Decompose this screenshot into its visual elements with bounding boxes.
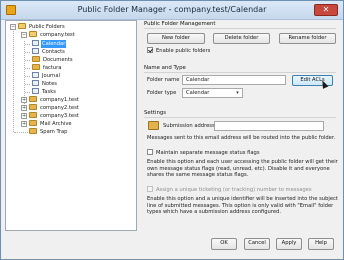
chevron-down-icon: ▾ [236, 90, 239, 96]
tree-branch [25, 60, 30, 61]
section-heading-management: Public Folder Management [144, 21, 216, 27]
tree-item-factura[interactable]: factura [32, 64, 63, 72]
folder-name-field[interactable]: Calendar [182, 75, 286, 85]
journal-icon [32, 72, 39, 78]
public-folder-manager-window: Public Folder Manager - company.test/Cal… [0, 0, 344, 260]
submission-address-field[interactable] [214, 121, 324, 131]
folder-open-icon [29, 31, 37, 37]
ok-button[interactable]: OK [211, 238, 237, 250]
collapse-icon[interactable]: − [21, 32, 27, 38]
tree-item-documents[interactable]: Documents [32, 56, 74, 64]
folder-icon [29, 104, 37, 110]
dialog-body: − Public Folders − company.test Calendar… [5, 20, 339, 255]
enable-public-folders-checkbox[interactable]: Enable public folders [147, 47, 210, 55]
folder-tree[interactable]: − Public Folders − company.test Calendar… [5, 20, 137, 231]
folder-name-label: Folder name [147, 77, 180, 83]
tree-item-mail-archive[interactable]: Mail Archive [29, 120, 73, 128]
address-book-icon [148, 121, 159, 130]
collapse-icon[interactable]: − [10, 24, 16, 30]
contacts-icon [32, 48, 39, 54]
tree-item-company1-test[interactable]: company1.test [29, 96, 80, 104]
cancel-button[interactable]: Cancel [244, 238, 270, 250]
tree-branch [25, 92, 30, 93]
tree-guide-line [24, 41, 25, 104]
section-heading-settings: Settings [144, 110, 167, 116]
expand-icon[interactable]: + [21, 105, 27, 111]
folder-open-icon [18, 23, 26, 29]
folder-type-select[interactable]: Calendar ▾ [182, 88, 243, 98]
tree-branch [25, 44, 30, 45]
tasks-icon [32, 88, 39, 94]
folder-icon [32, 56, 40, 62]
tree-branch [25, 52, 30, 53]
delete-folder-button[interactable]: Delete folder [213, 33, 270, 44]
checkbox-checked[interactable] [147, 47, 153, 53]
unique-ticketing-note: Enable this option and a unique identifi… [147, 196, 338, 216]
tree-item-tasks[interactable]: Tasks [32, 88, 57, 96]
calendar-icon [32, 40, 39, 46]
folder-type-label: Folder type [147, 90, 177, 96]
expand-icon[interactable]: + [21, 113, 27, 119]
checkbox-disabled[interactable] [147, 186, 153, 192]
rename-folder-button[interactable]: Rename folder [279, 33, 336, 44]
folder-icon [32, 64, 40, 70]
tree-item-spam-trap[interactable]: Spam Trap [29, 128, 68, 136]
apply-button[interactable]: Apply [276, 238, 302, 250]
tree-item-company-test[interactable]: company.test [29, 31, 76, 39]
tree-branch [25, 84, 30, 85]
folder-icon [29, 96, 37, 102]
tree-branch [25, 68, 30, 69]
maintain-status-flags-checkbox[interactable]: Maintain separate message status flags [147, 149, 260, 157]
tree-item-company3-test[interactable]: company3.test [29, 112, 80, 120]
maintain-status-flags-note: Enable this option and each user accessi… [147, 159, 338, 179]
checkbox-unchecked[interactable] [147, 149, 153, 155]
close-button[interactable]: ✕ [314, 4, 338, 16]
tree-item-calendar[interactable]: Calendar [32, 40, 67, 48]
submission-address-label: Submission address [163, 123, 215, 129]
folder-icon [29, 128, 37, 134]
divider [144, 117, 336, 118]
expand-icon[interactable]: + [21, 121, 27, 127]
divider [144, 28, 336, 29]
tree-guide-line [13, 29, 14, 132]
tree-item-public-folders[interactable]: Public Folders [18, 23, 66, 31]
notes-icon [32, 80, 39, 86]
help-button[interactable]: Help [308, 238, 334, 250]
title-bar[interactable]: Public Folder Manager - company.test/Cal… [1, 1, 343, 20]
divider [144, 72, 336, 73]
expand-icon[interactable]: + [21, 97, 27, 103]
new-folder-button[interactable]: New folder [147, 33, 205, 44]
tree-branch [25, 76, 30, 77]
section-heading-name-type: Name and Type [144, 65, 186, 71]
tree-item-notes[interactable]: Notes [32, 80, 58, 88]
submission-address-note: Messages sent to this email address will… [147, 135, 336, 141]
folder-icon [29, 112, 37, 118]
folder-icon [29, 120, 37, 126]
tree-item-company2-test[interactable]: company2.test [29, 104, 80, 112]
tree-item-contacts[interactable]: Contacts [32, 48, 66, 56]
tree-item-journal[interactable]: Journal [32, 72, 61, 80]
unique-ticketing-checkbox[interactable]: Assign a unique ticketing (or tracking) … [147, 186, 312, 194]
window-title: Public Folder Manager - company.test/Cal… [77, 5, 267, 14]
tree-branch [14, 132, 28, 133]
